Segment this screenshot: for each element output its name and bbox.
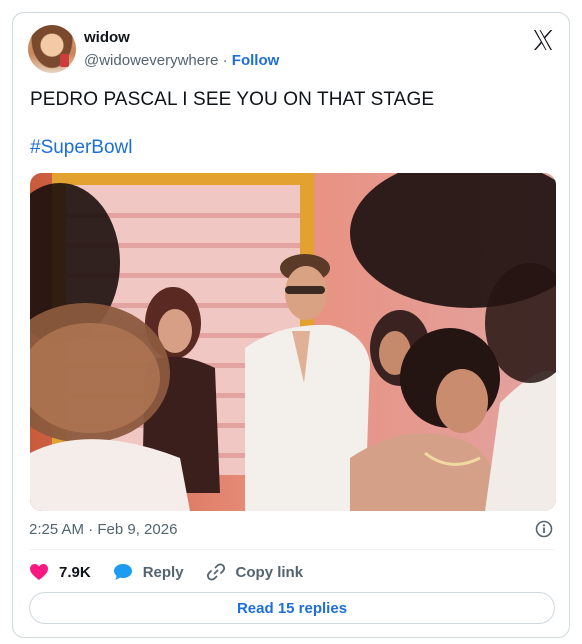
author-handle[interactable]: @widoweverywhere (84, 52, 218, 69)
read-replies-button[interactable]: Read 15 replies (29, 592, 555, 624)
tweet-timestamp[interactable]: 2:25 AM · Feb 9, 2026 (29, 521, 177, 538)
heart-icon (30, 564, 48, 580)
follow-button[interactable]: Follow (232, 52, 280, 69)
info-icon[interactable] (535, 520, 553, 538)
reply-label: Reply (142, 563, 184, 581)
hashtag-link[interactable]: #SuperBowl (30, 137, 132, 159)
tweet-media-image[interactable] (30, 173, 556, 511)
author-handle-row: @widoweverywhere · Follow (84, 52, 279, 69)
author-name[interactable]: widow (84, 29, 130, 46)
tweet-text: PEDRO PASCAL I SEE YOU ON THAT STAGE (30, 89, 435, 110)
avatar[interactable] (28, 25, 76, 73)
speech-bubble-icon (113, 564, 132, 580)
link-icon (206, 563, 225, 581)
x-logo-icon[interactable] (531, 28, 555, 52)
like-button[interactable]: 7.9K (29, 563, 91, 581)
like-count: 7.9K (59, 563, 91, 581)
reply-button[interactable]: Reply (113, 563, 184, 581)
copy-link-label: Copy link (235, 563, 304, 581)
copy-link-button[interactable]: Copy link (206, 562, 304, 582)
tweet-actions: 7.9K Reply Copy link (29, 561, 325, 583)
handle-separator: · (218, 52, 232, 69)
divider (29, 549, 555, 550)
